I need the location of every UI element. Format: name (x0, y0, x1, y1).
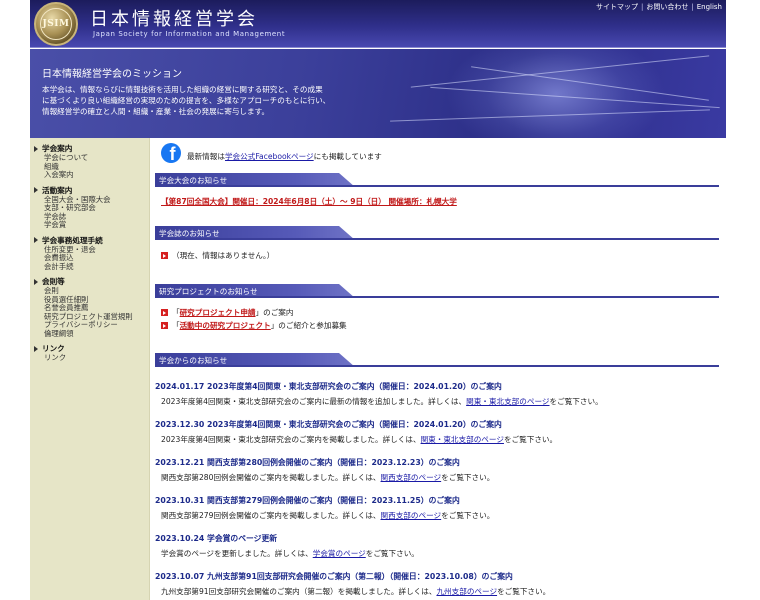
facebook-text: 最新情報は学会公式Facebookページにも掲載しています (187, 152, 382, 161)
news-title: 2023.12.21 関西支部第280回例会開催のご案内（開催日：2023.12… (155, 458, 460, 467)
project-application-link[interactable]: 研究プロジェクト申請 (180, 307, 256, 318)
triangle-right-icon (34, 145, 38, 152)
sidebar: 学会案内 学会について 組織 入会案内 活動案内 全国大会・国際大会 支部・研究… (30, 138, 150, 600)
news-item: 2023.12.30 2023年度第4回関東・東北支部研究会のご案内（開催日：2… (155, 419, 719, 445)
project-row: 「活動中の研究プロジェクト 」のご紹介と参加募集 (161, 320, 347, 331)
news-item: 2023.10.24 学会賞のページ更新 学会賞のページを更新しました。詳しくは… (155, 533, 719, 559)
jsim-logo[interactable]: JSIM (34, 2, 78, 46)
page: JSIM 日本情報経営学会 Japan Society for Informat… (0, 0, 760, 600)
site-title[interactable]: 日本情報経営学会 (90, 5, 258, 31)
english-link[interactable]: English (697, 3, 722, 11)
news-item: 2023.10.31 関西支部第279回例会開催のご案内（開催日：2023.11… (155, 495, 719, 521)
news-item: 2023.12.21 関西支部第280回例会開催のご案内（開催日：2023.12… (155, 457, 719, 483)
arrow-right-icon (161, 309, 168, 316)
news-title: 2024.01.17 2023年度第4回関東・東北支部研究会のご案内（開催日：2… (155, 382, 502, 391)
conference-row: 【第87回全国大会】開催日：2024年6月8日（土）～ 9日（日） 開催場所：札… (161, 196, 457, 207)
news-item: 2024.01.17 2023年度第4回関東・東北支部研究会のご案内（開催日：2… (155, 381, 719, 407)
section-header-news: 学会からのお知らせ (155, 353, 719, 367)
header: JSIM 日本情報経営学会 Japan Society for Informat… (0, 0, 760, 138)
triangle-right-icon (34, 237, 38, 243)
arrow-right-icon (161, 252, 168, 259)
sidebar-item-about-society[interactable]: 学会について (44, 153, 149, 163)
active-projects-link[interactable]: 活動中の研究プロジェクト (180, 320, 271, 331)
sidebar-group-rules: 会則 役員選任細則 名誉会員推薦 研究プロジェクト運営規則 プライバシーポリシー… (44, 286, 149, 339)
news-item: 2023.10.07 九州支部第91回支部研究会開催のご案内（第二報）（開催日：… (155, 571, 719, 597)
divider: | (691, 3, 694, 11)
news-title: 2023.10.07 九州支部第91回支部研究会開催のご案内（第二報）（開催日：… (155, 572, 513, 581)
logo-ring: JSIM (40, 8, 72, 40)
contact-link[interactable]: お問い合わせ (646, 3, 688, 11)
sidebar-group-about: 学会について 組織 入会案内 (44, 153, 149, 180)
sidebar-category-activities[interactable]: 活動案内 (34, 185, 149, 196)
sidebar-item-ethics[interactable]: 倫理綱領 (44, 329, 149, 339)
sidebar-group-procedures: 住所変更・退会 会費振込 会計手続 (44, 245, 149, 272)
journal-row: （現在、情報はありません。） (161, 250, 274, 261)
facebook-page-link[interactable]: 学会公式Facebookページ (225, 152, 314, 161)
arrow-right-icon (161, 322, 168, 329)
news-title: 2023.10.31 関西支部第279回例会開催のご案内（開催日：2023.11… (155, 496, 460, 505)
mission-banner: 日本情報経営学会のミッション 本学会は、情報ならびに情報技術を活用した組織の経営… (30, 49, 726, 138)
news-body: 九州支部第91回支部研究会開催のご案内（第二報）を掲載しました。詳しくは、九州支… (161, 587, 551, 596)
triangle-right-icon (34, 345, 38, 352)
sidebar-group-activities: 全国大会・国際大会 支部・研究部会 学会誌 学会賞 (44, 195, 149, 230)
mission-line: 情報経営学の確立と人間・組織・産業・社会の発展に寄与します。 (42, 107, 270, 116)
sitemap-link[interactable]: サイトマップ (596, 3, 638, 11)
news-title: 2023.10.24 学会賞のページ更新 (155, 534, 278, 543)
mission-line: に基づくより良い組織経営の実現のための提言を、多様なアプローチのもとに行い、 (42, 96, 331, 105)
project-row: 「研究プロジェクト申請 」のご案内 (161, 307, 294, 318)
sidebar-item-awards[interactable]: 学会賞 (44, 220, 149, 230)
section-header-conference: 学会大会のお知らせ (155, 173, 719, 187)
site-subtitle: Japan Society for Information and Manage… (93, 30, 286, 38)
logo-text: JSIM (42, 19, 70, 29)
news-link[interactable]: 関東・東北支部のページ (466, 397, 549, 406)
news-link[interactable]: 九州支部のページ (436, 587, 497, 596)
mission-line: 本学会は、情報ならびに情報技術を活用した組織の経営に関する研究と、その成果 (42, 85, 323, 94)
main-content: f 最新情報は学会公式Facebookページにも掲載しています 学会大会のお知ら… (155, 138, 725, 600)
divider: | (641, 3, 644, 11)
triangle-right-icon (34, 278, 38, 285)
news-link[interactable]: 関東・東北支部のページ (421, 435, 504, 444)
sidebar-item-links[interactable]: リンク (44, 353, 149, 363)
sidebar-category-procedures[interactable]: 学会事務処理手続 (34, 235, 149, 246)
conference-link[interactable]: 【第87回全国大会】開催日：2024年6月8日（土）～ 9日（日） 開催場所：札… (161, 197, 457, 206)
section-header-journal: 学会誌のお知らせ (155, 226, 719, 240)
news-body: 学会賞のページを更新しました。詳しくは、学会賞のページをご覧下さい。 (161, 549, 419, 558)
facebook-icon[interactable]: f (161, 143, 181, 163)
news-link[interactable]: 関西支部のページ (381, 473, 442, 482)
section-header-project: 研究プロジェクトのお知らせ (155, 284, 719, 298)
facebook-notice: f 最新情報は学会公式Facebookページにも掲載しています (161, 143, 382, 163)
news-title: 2023.12.30 2023年度第4回関東・東北支部研究会のご案内（開催日：2… (155, 420, 502, 429)
news-body: 関西支部第280回例会開催のご案内を掲載しました。詳しくは、関西支部のページをご… (161, 473, 495, 482)
sidebar-group-links: リンク (44, 353, 149, 363)
triangle-right-icon (34, 187, 38, 193)
mission-text: 本学会は、情報ならびに情報技術を活用した組織の経営に関する研究と、その成果 に基… (42, 84, 402, 117)
mission-title: 日本情報経営学会のミッション (42, 69, 182, 80)
news-link[interactable]: 学会賞のページ (313, 549, 366, 558)
news-body: 2023年度第4回関東・東北支部研究会のご案内を掲載しました。詳しくは、関東・東… (161, 435, 558, 444)
news-body: 2023年度第4回関東・東北支部研究会のご案内に最新の情報を追加しました。詳しく… (161, 397, 603, 406)
news-link[interactable]: 関西支部のページ (381, 511, 442, 520)
sidebar-item-accounting[interactable]: 会計手続 (44, 262, 149, 272)
top-links: サイトマップ | お問い合わせ | English (596, 2, 722, 12)
sidebar-item-membership[interactable]: 入会案内 (44, 170, 149, 180)
news-body: 関西支部第279回例会開催のご案内を掲載しました。詳しくは、関西支部のページをご… (161, 511, 495, 520)
